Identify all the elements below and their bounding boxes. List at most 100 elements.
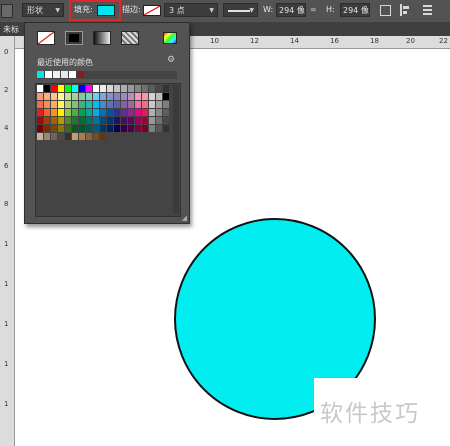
color-swatch[interactable] [149, 85, 155, 92]
color-swatch[interactable] [86, 93, 92, 100]
color-swatch[interactable] [100, 85, 106, 92]
color-swatch[interactable] [37, 109, 43, 116]
color-swatch[interactable] [65, 109, 71, 116]
color-swatch[interactable] [142, 101, 148, 108]
color-swatch[interactable] [142, 85, 148, 92]
recent-color-swatch[interactable] [69, 71, 76, 78]
width-input[interactable]: 294 像 [276, 3, 306, 17]
color-swatch[interactable] [135, 125, 141, 132]
color-swatch[interactable] [79, 125, 85, 132]
color-picker-icon[interactable] [163, 32, 177, 44]
color-swatch[interactable] [72, 93, 78, 100]
color-swatch[interactable] [107, 125, 113, 132]
color-swatch[interactable] [93, 109, 99, 116]
color-swatch[interactable] [37, 133, 43, 140]
color-swatch[interactable] [58, 125, 64, 132]
color-swatch[interactable] [163, 101, 169, 108]
color-swatch[interactable] [100, 109, 106, 116]
color-swatch[interactable] [128, 109, 134, 116]
color-swatch[interactable] [100, 133, 106, 140]
color-swatch[interactable] [65, 93, 71, 100]
color-swatch[interactable] [149, 101, 155, 108]
color-swatch[interactable] [142, 117, 148, 124]
color-swatch[interactable] [72, 101, 78, 108]
pattern-button[interactable] [121, 31, 139, 45]
path-arrangement-icon[interactable] [422, 4, 434, 16]
color-swatch[interactable] [44, 93, 50, 100]
color-swatch[interactable] [93, 125, 99, 132]
recent-color-swatch[interactable] [53, 71, 60, 78]
color-swatch[interactable] [107, 85, 113, 92]
shape-mode-dropdown[interactable]: 形状 ▼ [22, 3, 64, 17]
color-swatch[interactable] [65, 125, 71, 132]
color-swatch[interactable] [44, 109, 50, 116]
color-swatch[interactable] [121, 85, 127, 92]
color-swatch[interactable] [72, 117, 78, 124]
color-swatch[interactable] [51, 117, 57, 124]
color-swatch[interactable] [44, 133, 50, 140]
color-swatch[interactable] [72, 125, 78, 132]
color-swatch[interactable] [44, 125, 50, 132]
color-swatch[interactable] [79, 93, 85, 100]
color-swatch[interactable] [79, 85, 85, 92]
color-swatch[interactable] [37, 101, 43, 108]
color-swatch[interactable] [51, 133, 57, 140]
color-swatch[interactable] [121, 93, 127, 100]
color-swatch[interactable] [58, 93, 64, 100]
color-swatch[interactable] [142, 109, 148, 116]
gear-icon[interactable]: ⚙ [167, 55, 175, 65]
color-swatch[interactable] [156, 85, 162, 92]
color-swatch[interactable] [149, 93, 155, 100]
color-swatch[interactable] [79, 133, 85, 140]
color-swatch[interactable] [100, 125, 106, 132]
color-swatch[interactable] [51, 125, 57, 132]
color-swatch[interactable] [121, 125, 127, 132]
color-swatch[interactable] [93, 85, 99, 92]
color-swatch[interactable] [58, 133, 64, 140]
color-swatch[interactable] [163, 93, 169, 100]
color-swatch[interactable] [163, 125, 169, 132]
color-swatch[interactable] [37, 125, 43, 132]
color-swatch[interactable] [58, 117, 64, 124]
color-swatch[interactable] [79, 117, 85, 124]
color-swatch[interactable] [156, 109, 162, 116]
color-swatch[interactable] [163, 85, 169, 92]
recent-color-swatch[interactable] [61, 71, 68, 78]
color-swatch[interactable] [86, 133, 92, 140]
color-swatch[interactable] [51, 85, 57, 92]
path-operations-icon[interactable] [380, 5, 391, 16]
link-icon[interactable]: ∞ [310, 3, 317, 17]
color-swatch[interactable] [142, 125, 148, 132]
color-swatch[interactable] [121, 109, 127, 116]
color-swatch[interactable] [86, 101, 92, 108]
color-swatch[interactable] [114, 117, 120, 124]
color-swatch[interactable] [149, 125, 155, 132]
resize-grip-icon[interactable]: ◢ [182, 214, 187, 222]
color-swatch[interactable] [93, 101, 99, 108]
color-swatch[interactable] [44, 117, 50, 124]
color-swatch[interactable] [65, 133, 71, 140]
color-swatch[interactable] [86, 117, 92, 124]
color-swatch[interactable] [163, 117, 169, 124]
color-swatch[interactable] [72, 133, 78, 140]
color-swatch[interactable] [114, 93, 120, 100]
color-swatch[interactable] [107, 109, 113, 116]
color-swatch[interactable] [114, 85, 120, 92]
stroke-size-dropdown[interactable]: 3 点 ▼ [164, 3, 218, 17]
color-swatch[interactable] [107, 93, 113, 100]
color-swatch[interactable] [121, 117, 127, 124]
color-swatch[interactable] [72, 85, 78, 92]
color-swatch[interactable] [51, 109, 57, 116]
color-swatch[interactable] [100, 117, 106, 124]
color-swatch[interactable] [121, 101, 127, 108]
color-swatch[interactable] [79, 101, 85, 108]
color-swatch[interactable] [156, 93, 162, 100]
stroke-color-swatch[interactable] [143, 5, 161, 16]
height-input[interactable]: 294 像 [340, 3, 370, 17]
color-swatch[interactable] [135, 117, 141, 124]
color-swatch[interactable] [135, 109, 141, 116]
color-swatch[interactable] [93, 93, 99, 100]
tool-preset-icon[interactable] [1, 4, 13, 18]
color-swatch[interactable] [163, 109, 169, 116]
path-alignment-icon[interactable] [400, 4, 410, 16]
